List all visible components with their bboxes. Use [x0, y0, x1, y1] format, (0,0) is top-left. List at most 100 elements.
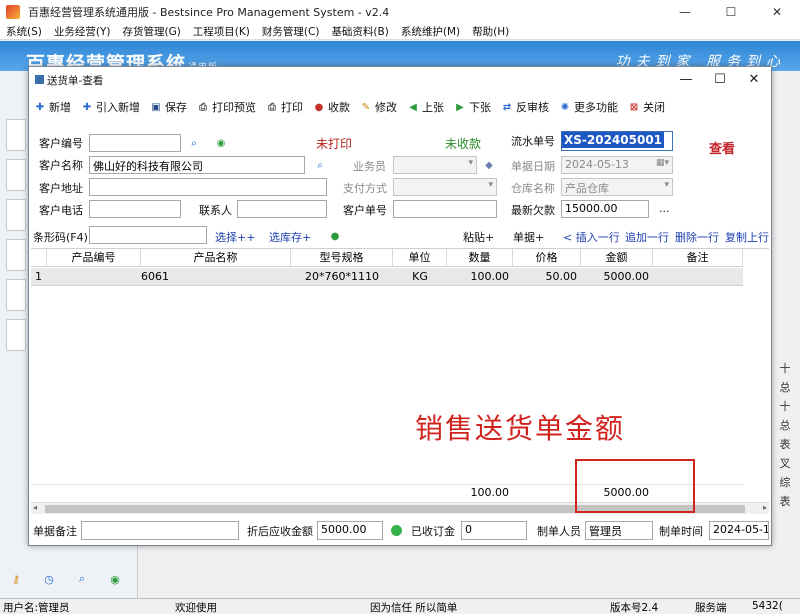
scroll-right-icon[interactable]: ▸	[763, 503, 767, 512]
shortcut-label[interactable]: 表	[770, 436, 800, 455]
dialog-minimize-icon[interactable]: —	[669, 67, 703, 91]
row-amount[interactable]: 5000.00	[581, 268, 653, 286]
row-code[interactable]: 6061	[137, 268, 197, 286]
select-stock-link[interactable]: 选库存+	[269, 229, 311, 245]
menu-maintenance[interactable]: 系统维护(M)	[395, 24, 466, 39]
refresh-icon[interactable]: ◉	[107, 571, 123, 587]
add-row-link[interactable]: 追加一行	[625, 229, 669, 245]
shortcut-label[interactable]: 十	[770, 360, 800, 379]
toolbar-button-5[interactable]: ● 收款	[308, 96, 355, 118]
menu-business[interactable]: 业务经营(Y)	[48, 24, 117, 39]
menu-finance[interactable]: 财务管理(C)	[256, 24, 326, 39]
nav-tile[interactable]	[6, 119, 26, 151]
more-button[interactable]: ...	[659, 202, 670, 215]
remark-label: 单据备注	[33, 525, 77, 538]
nav-tile[interactable]	[6, 199, 26, 231]
search-icon[interactable]: ⌕	[314, 159, 326, 171]
row-price[interactable]: 50.00	[513, 268, 581, 286]
toolbar-button-3[interactable]: ⎙ 打印预览	[192, 96, 261, 118]
serial-input[interactable]: XS-202405001	[561, 131, 673, 151]
shortcut-label[interactable]: 十	[770, 398, 800, 417]
grid-header-name[interactable]: 产品名称	[141, 249, 291, 267]
row-unit[interactable]: KG	[393, 268, 447, 286]
copy-row-link[interactable]: 复制上行	[725, 229, 769, 245]
address-input[interactable]	[89, 178, 327, 196]
refresh-icon[interactable]: ◉	[215, 137, 227, 149]
status-server: 服务端	[695, 602, 727, 614]
row-qty[interactable]: 100.00	[447, 268, 513, 286]
warehouse-select[interactable]: 产品仓库 ▾	[561, 178, 673, 196]
toolbar-button-label: 更多功能	[574, 101, 618, 114]
scroll-left-icon[interactable]: ◂	[33, 503, 37, 512]
customer-no-input[interactable]	[89, 134, 181, 152]
nav-tile[interactable]	[6, 159, 26, 191]
grid-header-amount[interactable]: 金额	[581, 249, 653, 267]
grid-header-code[interactable]: 产品编号	[47, 249, 141, 267]
contact-input[interactable]	[237, 200, 327, 218]
globe-icon[interactable]: ●	[329, 230, 341, 242]
paste-button[interactable]: 粘贴+	[463, 229, 494, 245]
dialog-maximize-icon[interactable]: ☐	[703, 67, 737, 91]
toolbar-button-7[interactable]: ◀ 上张	[402, 96, 449, 118]
shortcut-label[interactable]: 叉	[770, 455, 800, 474]
grid-header-unit[interactable]: 单位	[393, 249, 447, 267]
minimize-icon[interactable]: —	[662, 0, 708, 24]
dialog-title: 送货单-查看	[47, 75, 104, 87]
deposit-input[interactable]: 0	[461, 521, 527, 540]
eraser-icon[interactable]: ◆	[483, 159, 495, 171]
app-logo-icon	[6, 5, 20, 19]
clock-icon[interactable]: ◷	[41, 571, 57, 587]
menu-help[interactable]: 帮助(H)	[466, 24, 515, 39]
unit-price-button[interactable]: 单据+	[513, 229, 544, 245]
toolbar-button-6[interactable]: ✎ 修改	[355, 96, 402, 118]
grid-header-price[interactable]: 价格	[513, 249, 581, 267]
status-code: 5432(	[752, 600, 783, 612]
row-spec[interactable]: 20*760*1110	[291, 268, 393, 286]
payment-icon: ●	[314, 101, 324, 113]
phone-label: 客户电话	[39, 204, 83, 217]
payment-method-select[interactable]: ▾	[393, 178, 497, 196]
nav-tile[interactable]	[6, 279, 26, 311]
menu-basic-data[interactable]: 基础资料(B)	[325, 24, 394, 39]
menu-inventory[interactable]: 存货管理(G)	[116, 24, 186, 39]
toolbar-button-4[interactable]: ⎙ 打印	[261, 96, 308, 118]
close-icon[interactable]: ✕	[754, 0, 800, 24]
dialog-close-icon[interactable]: ✕	[737, 67, 771, 91]
toolbar-button-10[interactable]: ✺ 更多功能	[554, 96, 623, 118]
nav-tile[interactable]	[6, 239, 26, 271]
edit-icon: ✎	[361, 101, 371, 113]
menu-projects[interactable]: 工程项目(K)	[187, 24, 256, 39]
toolbar-button-11[interactable]: ⊠ 关闭	[623, 96, 670, 118]
shortcut-label[interactable]: 综	[770, 474, 800, 493]
toolbar-button-2[interactable]: ▣ 保存	[145, 96, 192, 118]
salesman-select[interactable]: ▾	[393, 156, 477, 174]
menu-system[interactable]: 系统(S)	[0, 24, 48, 39]
select-more-link[interactable]: 选择++	[215, 229, 255, 245]
grid-header-spec[interactable]: 型号规格	[291, 249, 393, 267]
shortcut-label[interactable]: 总	[770, 379, 800, 398]
barcode-input[interactable]	[89, 226, 207, 244]
row-note[interactable]	[653, 268, 743, 286]
nav-tile[interactable]	[6, 319, 26, 351]
latest-debt-label: 最新欠款	[511, 204, 555, 217]
toolbar-button-0[interactable]: ✚ 新增	[29, 96, 76, 118]
toolbar-button-8[interactable]: ▶ 下张	[449, 96, 496, 118]
grid-header-note[interactable]: 备注	[653, 249, 743, 267]
date-picker[interactable]: 2024-05-13 ▦▾	[561, 156, 673, 174]
customer-name-input[interactable]: 佛山好的科技有限公司	[89, 156, 305, 174]
customer-order-input[interactable]	[393, 200, 497, 218]
search-icon[interactable]: ⌕	[188, 137, 200, 149]
phone-input[interactable]	[89, 200, 181, 218]
row-name[interactable]	[197, 268, 291, 286]
key-icon[interactable]: ⚷	[8, 571, 24, 587]
search-icon[interactable]: ⌕	[74, 571, 90, 587]
grid-header-qty[interactable]: 数量	[447, 249, 513, 267]
remark-input[interactable]	[81, 521, 239, 540]
delete-row-link[interactable]: 删除一行	[675, 229, 719, 245]
shortcut-label[interactable]: 总	[770, 417, 800, 436]
maximize-icon[interactable]: ☐	[708, 0, 754, 24]
toolbar-button-9[interactable]: ⇄ 反审核	[496, 96, 554, 118]
insert-row-link[interactable]: < 插入一行	[563, 229, 620, 245]
shortcut-label[interactable]: 表	[770, 493, 800, 512]
toolbar-button-1[interactable]: ✚ 引入新增	[76, 96, 145, 118]
